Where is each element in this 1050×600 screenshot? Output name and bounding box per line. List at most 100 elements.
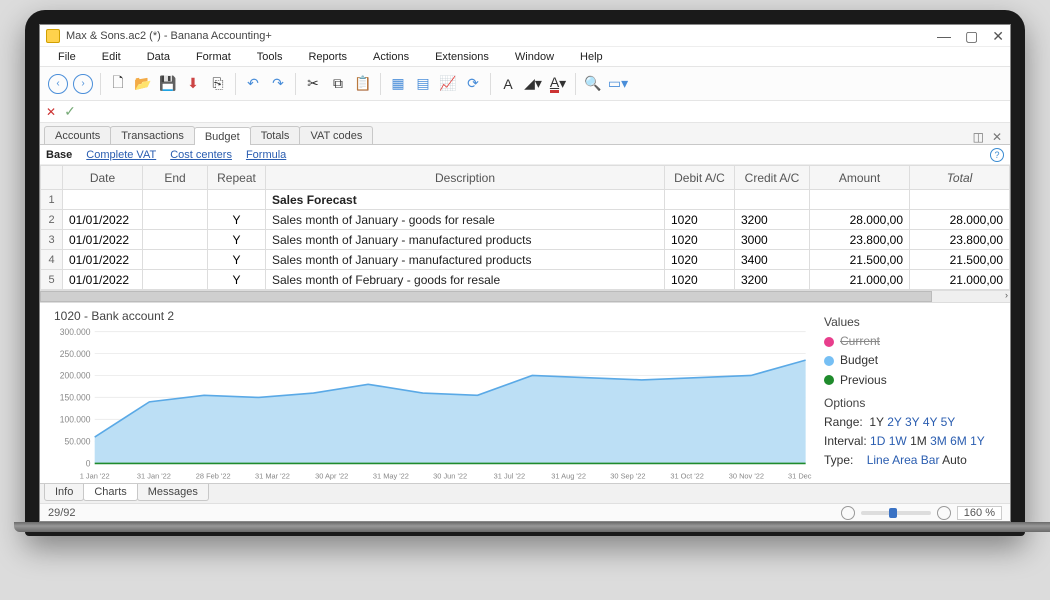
main-tab-row: Accounts Transactions Budget Totals VAT … [40, 123, 1010, 145]
col-total[interactable]: Total [910, 166, 1010, 190]
legend-type-row: Type: Line Area Bar Auto [824, 451, 1006, 470]
menu-actions[interactable]: Actions [361, 49, 421, 65]
subnav-base[interactable]: Base [46, 149, 72, 161]
chart-icon[interactable]: 📈 [436, 72, 460, 96]
budget-grid[interactable]: Date End Repeat Description Debit A/C Cr… [40, 165, 1010, 290]
menu-window[interactable]: Window [503, 49, 566, 65]
menu-reports[interactable]: Reports [296, 49, 359, 65]
close-button[interactable]: ✕ [992, 29, 1004, 43]
subnav-cost-centers[interactable]: Cost centers [170, 149, 232, 161]
type-option-line[interactable]: Line [867, 453, 890, 467]
save-icon[interactable]: 💾 [156, 72, 180, 96]
col-debit[interactable]: Debit A/C [665, 166, 735, 190]
tab-totals[interactable]: Totals [250, 126, 301, 144]
cancel-edit-icon[interactable]: ✕ [46, 105, 56, 119]
window-title: Max & Sons.ac2 (*) - Banana Accounting+ [66, 30, 272, 42]
text-color-icon[interactable]: A▾ [546, 72, 570, 96]
redo-icon[interactable]: ↷ [266, 72, 290, 96]
col-credit[interactable]: Credit A/C [735, 166, 810, 190]
table-row[interactable]: 1Sales Forecast [41, 190, 1010, 210]
font-icon[interactable]: A [496, 72, 520, 96]
paste-icon[interactable]: 📋 [351, 72, 375, 96]
svg-text:31 May '22: 31 May '22 [373, 472, 409, 481]
menu-file[interactable]: File [46, 49, 88, 65]
table-row[interactable]: 201/01/2022YSales month of January - goo… [41, 210, 1010, 230]
formula-input[interactable] [84, 103, 1004, 121]
menu-format[interactable]: Format [184, 49, 243, 65]
subnav-complete-vat[interactable]: Complete VAT [86, 149, 156, 161]
tab-budget[interactable]: Budget [194, 127, 251, 145]
chart-legend: Values Current Budget Previous Options R… [820, 303, 1010, 483]
fill-color-icon[interactable]: ◢▾ [521, 72, 545, 96]
refresh-icon[interactable]: ⟳ [461, 72, 485, 96]
svg-text:30 Jun '22: 30 Jun '22 [433, 472, 467, 481]
interval-option-3m[interactable]: 3M [930, 434, 947, 448]
tab-close-icon[interactable]: ✕ [988, 130, 1006, 144]
menu-edit[interactable]: Edit [90, 49, 133, 65]
menu-extensions[interactable]: Extensions [423, 49, 501, 65]
tab-vat-codes[interactable]: VAT codes [299, 126, 373, 144]
col-end[interactable]: End [143, 166, 208, 190]
nav-forward-button[interactable]: › [73, 74, 93, 94]
col-rownum[interactable] [41, 166, 63, 190]
type-option-auto[interactable]: Auto [942, 453, 967, 467]
horizontal-scrollbar[interactable]: › [40, 290, 1010, 302]
zoom-out-icon[interactable] [841, 506, 855, 520]
interval-option-6m[interactable]: 6M [950, 434, 967, 448]
legend-previous[interactable]: Previous [824, 371, 1006, 390]
range-option-3y[interactable]: 3Y [905, 415, 919, 429]
tab-transactions[interactable]: Transactions [110, 126, 195, 144]
zoom-slider[interactable] [861, 511, 931, 515]
range-option-5y[interactable]: 5Y [941, 415, 956, 429]
help-icon[interactable]: ? [990, 148, 1004, 162]
export-pdf-icon[interactable]: ⬇ [181, 72, 205, 96]
type-option-area[interactable]: Area [892, 453, 917, 467]
table-row[interactable]: 401/01/2022YSales month of January - man… [41, 250, 1010, 270]
range-option-2y[interactable]: 2Y [887, 415, 901, 429]
menu-data[interactable]: Data [135, 49, 182, 65]
interval-option-1w[interactable]: 1W [889, 434, 907, 448]
copy-sheet-icon[interactable]: ⎘ [206, 72, 230, 96]
bottom-tab-info[interactable]: Info [44, 484, 84, 501]
menu-help[interactable]: Help [568, 49, 615, 65]
legend-budget[interactable]: Budget [824, 351, 1006, 370]
col-repeat[interactable]: Repeat [208, 166, 266, 190]
svg-text:31 Jul '22: 31 Jul '22 [494, 472, 526, 481]
menu-tools[interactable]: Tools [245, 49, 295, 65]
filter-icon[interactable]: ▭▾ [606, 72, 630, 96]
bottom-tab-charts[interactable]: Charts [83, 484, 137, 501]
table-icon[interactable]: ▦ [386, 72, 410, 96]
table-row[interactable]: 501/01/2022YSales month of February - go… [41, 270, 1010, 290]
legend-current[interactable]: Current [824, 332, 1006, 351]
table-row[interactable]: 301/01/2022YSales month of January - man… [41, 230, 1010, 250]
tab-accounts[interactable]: Accounts [44, 126, 111, 144]
maximize-button[interactable]: ▢ [965, 29, 978, 43]
undo-icon[interactable]: ↶ [241, 72, 265, 96]
confirm-edit-icon[interactable]: ✓ [64, 103, 76, 120]
subnav-formula[interactable]: Formula [246, 149, 286, 161]
interval-option-1y[interactable]: 1Y [970, 434, 985, 448]
interval-option-1m[interactable]: 1M [910, 434, 927, 448]
tab-tile-icon[interactable]: ◫ [969, 130, 988, 144]
svg-text:250.000: 250.000 [60, 349, 91, 359]
range-option-4y[interactable]: 4Y [923, 415, 937, 429]
new-file-icon[interactable]: 🗋 [106, 72, 130, 96]
open-file-icon[interactable]: 📂 [131, 72, 155, 96]
col-date[interactable]: Date [63, 166, 143, 190]
type-option-bar[interactable]: Bar [921, 453, 940, 467]
interval-option-1d[interactable]: 1D [870, 434, 885, 448]
nav-back-button[interactable]: ‹ [48, 74, 68, 94]
bottom-tab-messages[interactable]: Messages [137, 484, 209, 501]
col-description[interactable]: Description [266, 166, 665, 190]
range-option-1y[interactable]: 1Y [869, 415, 883, 429]
svg-text:31 Mar '22: 31 Mar '22 [255, 472, 290, 481]
copy-icon[interactable]: ⧉ [326, 72, 350, 96]
zoom-in-icon[interactable] [937, 506, 951, 520]
minimize-button[interactable]: — [937, 29, 951, 43]
svg-text:0: 0 [86, 459, 91, 469]
col-amount[interactable]: Amount [810, 166, 910, 190]
grid-icon[interactable]: ▤ [411, 72, 435, 96]
chart-canvas[interactable]: 050.000100.000150.000200.000250.000300.0… [48, 325, 812, 483]
search-icon[interactable]: 🔍 [581, 72, 605, 96]
cut-icon[interactable]: ✂ [301, 72, 325, 96]
